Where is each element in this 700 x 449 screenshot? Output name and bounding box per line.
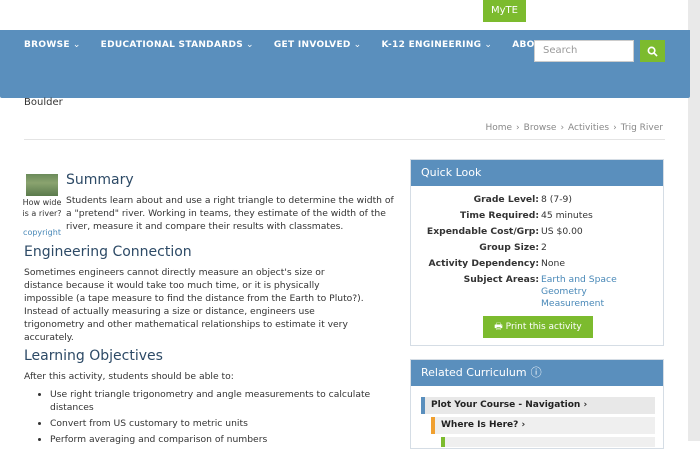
summary-heading: Summary [66, 172, 134, 188]
list-item: Perform averaging and comparison of numb… [50, 433, 380, 446]
quick-look-label: Group Size: [479, 242, 539, 253]
list-item: Convert from US customary to metric unit… [50, 417, 380, 430]
myte-button[interactable]: MyTE [483, 0, 526, 22]
divider [24, 139, 665, 140]
chevron-down-icon: ⌄ [72, 40, 81, 50]
quick-look-panel: Quick Look Grade Level: 8 (7-9) Time Req… [410, 159, 664, 346]
subject-link[interactable]: Geometry [541, 286, 617, 298]
list-item: Use right triangle trigonometry and angl… [50, 388, 380, 414]
quick-look-label: Time Required: [459, 210, 539, 221]
nav-item-k12-engineering[interactable]: K-12 ENGINEERING ⌄ [382, 40, 493, 50]
thumbnail-caption: How wide is a river? [22, 198, 62, 218]
related-item-label: Plot Your Course - Navigation [431, 400, 581, 410]
quick-look-value: None [541, 258, 565, 269]
quick-look-value: 2 [541, 242, 547, 253]
learning-objectives-intro: After this activity, students should be … [24, 371, 234, 382]
print-label: Print this activity [505, 322, 582, 332]
chevron-right-icon: › [521, 420, 526, 430]
location-label: Boulder [24, 97, 63, 108]
river-thumbnail[interactable] [26, 174, 58, 196]
related-item[interactable] [441, 437, 655, 447]
related-item-label: Where Is Here? [441, 420, 519, 430]
nav-item-label: GET INVOLVED [273, 40, 351, 50]
quick-look-value: US $0.00 [541, 226, 583, 237]
quick-look-label: Expendable Cost/Grp: [426, 226, 539, 237]
engineering-connection-heading: Engineering Connection [24, 244, 192, 260]
breadcrumb: Home › Browse › Activities › Trig River [485, 123, 663, 133]
learning-objectives-heading: Learning Objectives [24, 348, 163, 364]
quick-look-value: 45 minutes [541, 210, 593, 221]
search-button[interactable] [640, 40, 665, 62]
quick-look-label: Activity Dependency: [428, 258, 539, 269]
breadcrumb-separator-icon: › [560, 123, 565, 133]
nav-item-label: BROWSE [24, 40, 70, 50]
chevron-down-icon: ⌄ [484, 40, 493, 50]
breadcrumb-activities[interactable]: Activities [568, 123, 609, 133]
chevron-down-icon: ⌄ [246, 40, 254, 50]
nav-item-educational-standards[interactable]: EDUCATIONAL STANDARDS ⌄ [101, 40, 254, 50]
search-icon [647, 46, 658, 57]
related-curriculum-title: Related Curriculum [421, 366, 527, 379]
nav-item-label: EDUCATIONAL STANDARDS [100, 40, 243, 50]
chevron-right-icon: › [583, 400, 588, 410]
related-item[interactable]: Where Is Here? › [431, 417, 655, 434]
quick-look-value: 8 (7-9) [541, 194, 572, 205]
subject-link[interactable]: Measurement [541, 298, 617, 310]
top-strip [0, 0, 700, 441]
breadcrumb-separator-icon: › [516, 123, 520, 133]
quick-look-heading: Quick Look [411, 160, 663, 186]
subject-link[interactable]: Earth and Space [541, 274, 617, 286]
chevron-down-icon: ⌄ [353, 40, 362, 50]
engineering-connection-text: Sometimes engineers cannot directly meas… [24, 267, 364, 343]
copyright-link[interactable]: copyright [22, 228, 62, 237]
nav-item-browse[interactable]: BROWSE ⌄ [24, 40, 81, 50]
search-input[interactable]: Search [534, 40, 634, 62]
nav-menu: BROWSE ⌄ EDUCATIONAL STANDARDS ⌄ GET INVOL… [24, 40, 596, 50]
breadcrumb-separator-icon: › [613, 123, 617, 133]
breadcrumb-current: Trig River [620, 123, 663, 133]
nav-item-get-involved[interactable]: GET INVOLVED ⌄ [274, 40, 362, 50]
related-curriculum-panel: Related Curriculum ⓘ Plot Your Course - N… [410, 359, 664, 449]
quick-look-label: Subject Areas: [463, 274, 539, 285]
subject-areas: Earth and Space Geometry Measurement [541, 274, 617, 310]
print-activity-button[interactable]: 🖶 Print this activity [483, 316, 593, 338]
breadcrumb-home[interactable]: Home [485, 123, 512, 133]
nav-item-label: K-12 ENGINEERING [381, 40, 482, 50]
print-icon: 🖶 [494, 322, 503, 332]
related-curriculum-heading: Related Curriculum ⓘ [411, 360, 663, 386]
info-icon[interactable]: ⓘ [531, 366, 542, 379]
learning-objectives-list: Use right triangle trigonometry and angl… [36, 388, 380, 449]
summary-text: Students learn about and use a right tri… [66, 195, 394, 232]
breadcrumb-browse[interactable]: Browse [524, 123, 557, 133]
quick-look-label: Grade Level: [473, 194, 539, 205]
related-item[interactable]: Plot Your Course - Navigation › [421, 397, 655, 414]
